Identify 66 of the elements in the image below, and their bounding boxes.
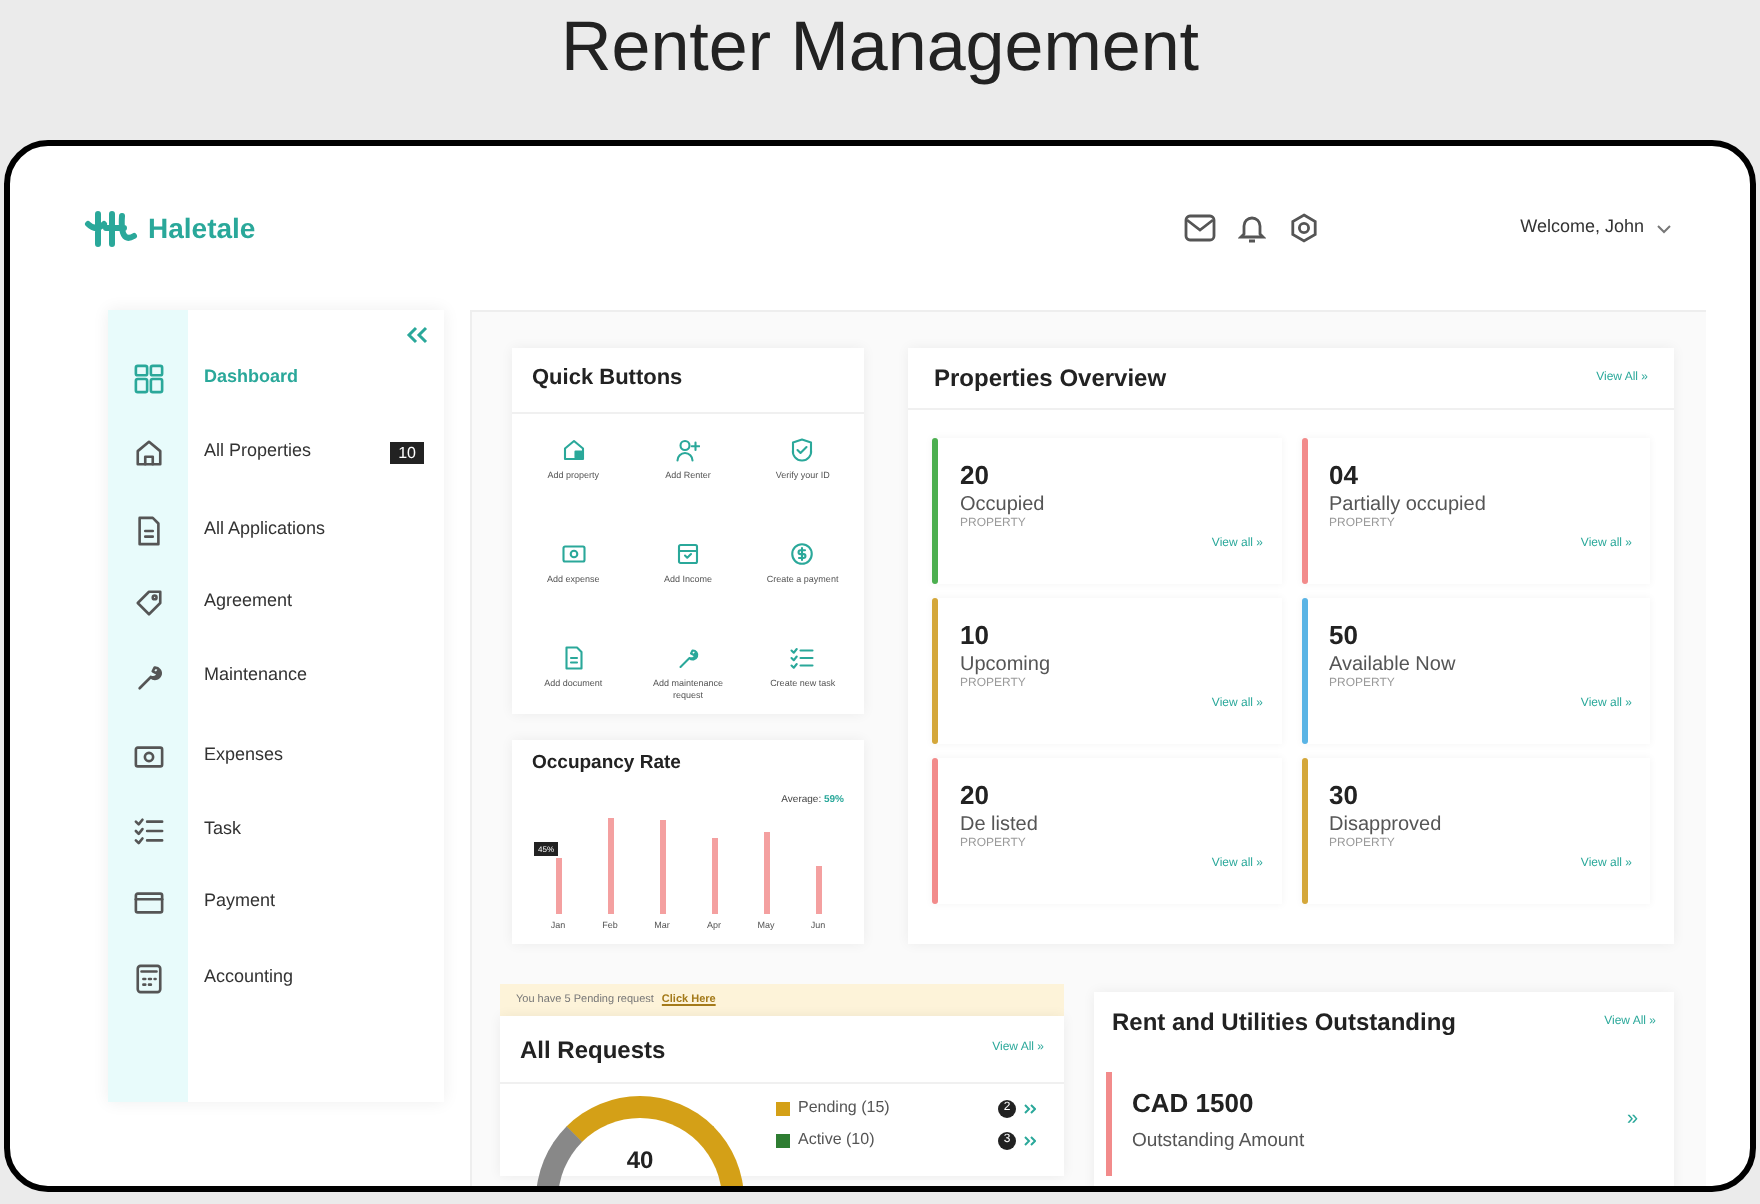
bell-icon[interactable] <box>1238 212 1267 244</box>
status-count: 20 <box>960 782 991 810</box>
card-title: Occupancy Rate <box>532 750 683 778</box>
wrench-icon <box>133 661 163 691</box>
legend-label: Pending (15) <box>798 1096 892 1120</box>
outstanding-amount: CAD 1500 <box>1132 1086 1256 1122</box>
sidebar-item[interactable]: Payment <box>204 888 444 916</box>
chevron-right-icon[interactable] <box>1024 1103 1036 1113</box>
chart-bar <box>607 817 613 914</box>
chevron-right-icon[interactable] <box>1024 1135 1036 1145</box>
card-title: Quick Buttons <box>512 348 864 413</box>
legend-label: Active (10) <box>798 1128 877 1152</box>
collapse-icon[interactable] <box>406 326 428 344</box>
logo-icon <box>84 208 140 248</box>
donut-total: 40 <box>626 1144 654 1178</box>
slide-title: Renter Management <box>560 5 1200 90</box>
settings-icon[interactable] <box>1288 212 1321 244</box>
status-count: 04 <box>1329 462 1360 490</box>
dollar-icon <box>790 541 815 565</box>
sidebar-item[interactable]: Accounting <box>204 964 444 992</box>
sidebar-item[interactable]: All Properties <box>204 438 391 466</box>
count-badge: 10 <box>390 441 424 463</box>
status-count: 20 <box>960 462 991 490</box>
calendar-icon <box>675 541 700 565</box>
chart-bar <box>711 837 717 914</box>
card-title: All Requests <box>520 1033 666 1067</box>
chart-bar <box>659 819 665 914</box>
card-title: Rent and Utilities Outstanding <box>1112 1006 1457 1040</box>
sidebar-item[interactable]: Expenses <box>204 742 444 770</box>
mail-icon[interactable] <box>1184 214 1217 242</box>
banknote-icon <box>561 541 586 565</box>
status-label: Available Now <box>1329 654 1458 677</box>
sidebar-item[interactable]: Task <box>204 816 444 844</box>
sidebar-item[interactable]: Maintenance <box>204 662 444 690</box>
house-icon <box>133 437 163 467</box>
checklist-icon <box>790 645 815 669</box>
status-count: 50 <box>1329 622 1360 650</box>
status-label: De listed <box>960 814 1040 837</box>
document-icon <box>561 645 586 669</box>
dashboard-icon <box>133 363 163 393</box>
house-icon <box>561 437 586 461</box>
sidebar-item[interactable]: Agreement <box>204 588 444 616</box>
chart-bar <box>555 857 561 914</box>
calculator-icon <box>133 963 163 993</box>
status-count: 30 <box>1329 782 1360 810</box>
status-label: Occupied <box>960 494 1047 517</box>
tag-icon <box>133 587 163 617</box>
shield-check-icon <box>790 437 815 461</box>
status-label: Partially occupied <box>1329 494 1488 517</box>
chevron-down-icon <box>1656 223 1672 233</box>
credit-card-icon <box>133 887 163 917</box>
brand-name: Haletale <box>148 209 256 247</box>
add-user-icon <box>675 437 700 461</box>
wrench-icon <box>675 645 700 669</box>
user-menu[interactable]: Welcome, John <box>1520 214 1672 242</box>
document-icon <box>133 515 163 545</box>
chart-bar <box>763 831 769 914</box>
checklist-icon <box>133 815 163 845</box>
sidebar-item[interactable]: All Applications <box>204 516 444 544</box>
status-count: 10 <box>960 622 991 650</box>
banknote-icon <box>133 741 163 771</box>
status-label: Disapproved <box>1329 814 1444 837</box>
card-title: Properties Overview <box>934 362 1167 396</box>
status-label: Upcoming <box>960 654 1053 677</box>
amount-caption: Outstanding Amount <box>1132 1127 1307 1155</box>
chart-bar <box>815 865 821 914</box>
